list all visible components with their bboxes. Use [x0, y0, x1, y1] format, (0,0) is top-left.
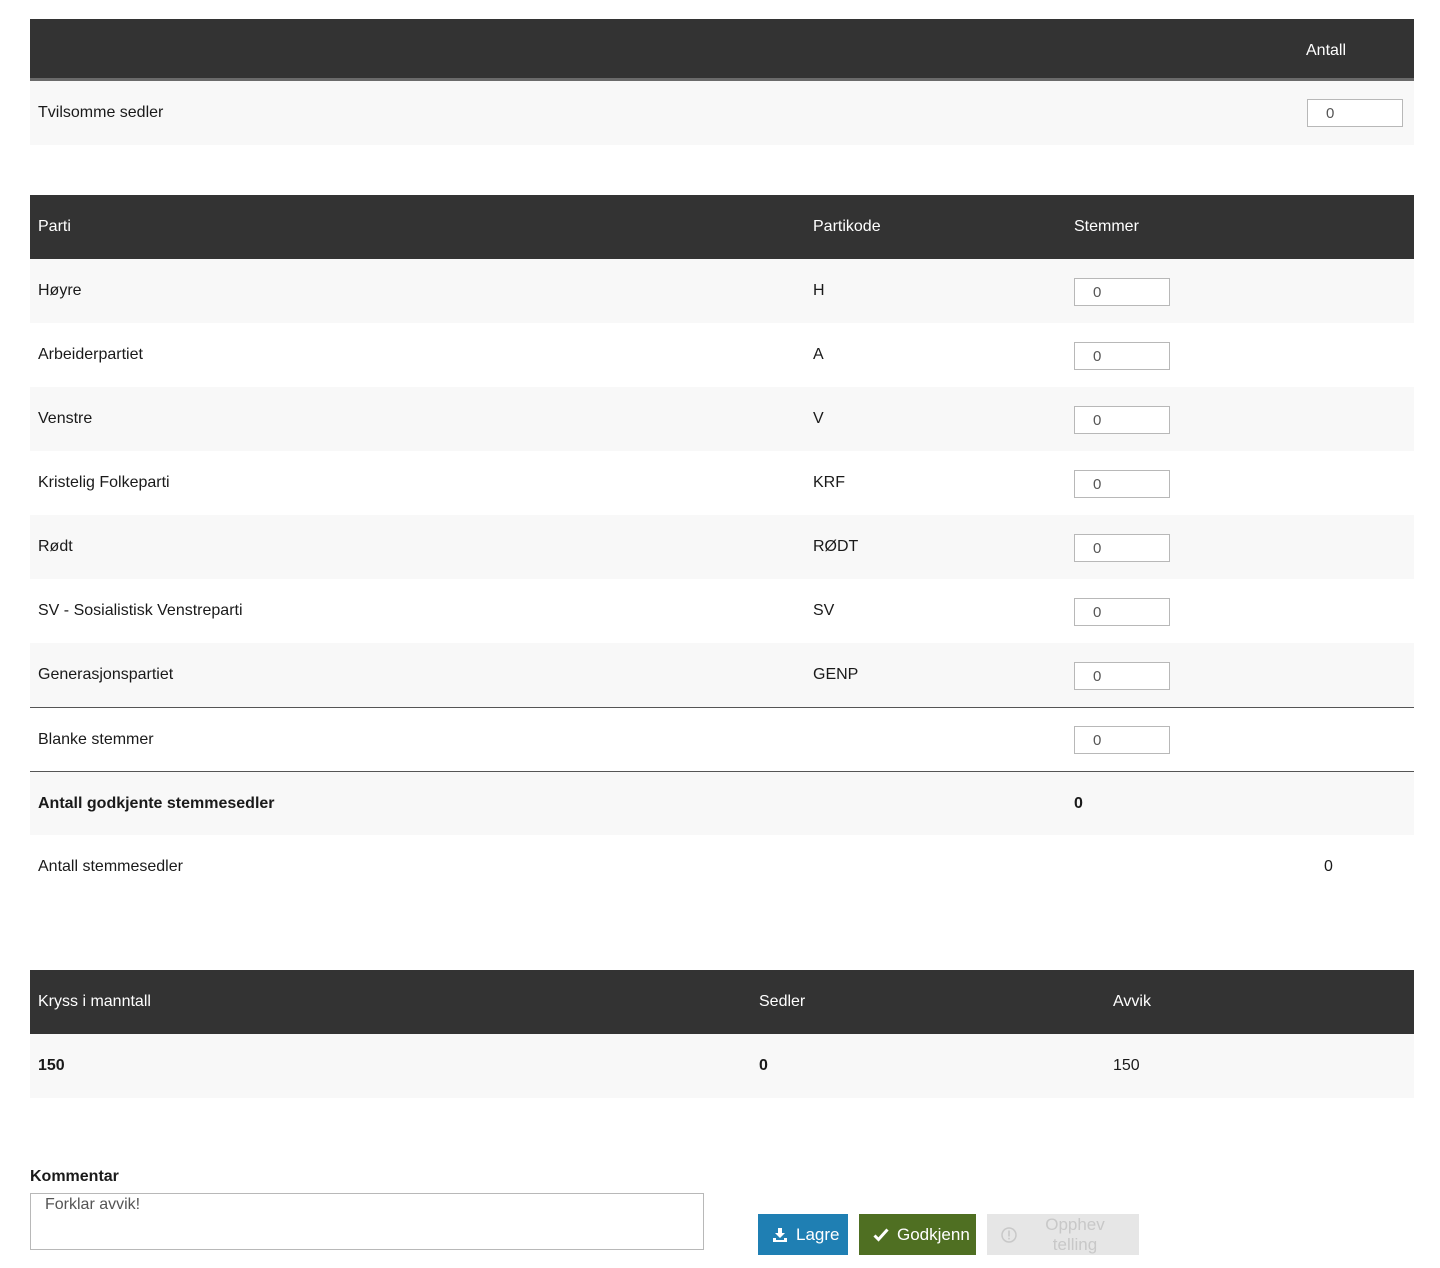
opphev-telling-button[interactable]: Opphev telling: [987, 1214, 1139, 1255]
avvik-value: 150: [1113, 1057, 1140, 1074]
godkjenn-button[interactable]: Godkjenn: [859, 1214, 976, 1255]
kryss-value: 150: [38, 1057, 65, 1074]
blanke-input[interactable]: [1074, 726, 1170, 754]
votes-input-arbeiderpartiet[interactable]: [1074, 342, 1170, 370]
party-name: Generasjonspartiet: [38, 666, 174, 683]
godkjenn-label: Godkjenn: [897, 1224, 970, 1244]
party-code: GENP: [813, 666, 859, 683]
votes-input-rodt[interactable]: [1074, 534, 1170, 562]
godkjente-value: 0: [1074, 795, 1083, 812]
party-name: Rødt: [38, 538, 73, 555]
table-row: Venstre V: [30, 387, 1414, 451]
opphev-label: Opphev telling: [1045, 1214, 1105, 1254]
blanke-label: Blanke stemmer: [38, 731, 154, 748]
table-row: SV - Sosialistisk Venstreparti SV: [30, 579, 1414, 643]
table-row: Kristelig Folkeparti KRF: [30, 451, 1414, 515]
tvilsomme-header: Antall: [30, 19, 1414, 81]
header-antall: Antall: [1306, 42, 1347, 59]
party-name: Arbeiderpartiet: [38, 346, 143, 363]
votes-input-sv[interactable]: [1074, 598, 1170, 626]
table-row: Arbeiderpartiet A: [30, 323, 1414, 387]
party-code: KRF: [813, 474, 845, 491]
tvilsomme-table: Antall Tvilsomme sedler: [30, 19, 1414, 145]
table-row: Høyre H: [30, 259, 1414, 323]
header-parti: Parti: [38, 218, 71, 235]
header-stemmer: Stemmer: [1074, 218, 1139, 235]
save-download-icon: [772, 1227, 788, 1243]
sedler-value: 0: [759, 1057, 768, 1074]
header-partikode: Partikode: [813, 218, 881, 235]
tvilsomme-input[interactable]: [1307, 99, 1403, 127]
parti-table: Parti Partikode Stemmer Høyre H Arbeider…: [30, 195, 1414, 899]
stemmesedler-label: Antall stemmesedler: [38, 858, 183, 875]
godkjente-row: Antall godkjente stemmesedler 0: [30, 771, 1414, 835]
party-code: SV: [813, 602, 835, 619]
table-row: Generasjonspartiet GENP: [30, 643, 1414, 707]
tvilsomme-row: Tvilsomme sedler: [30, 81, 1414, 145]
votes-input-venstre[interactable]: [1074, 406, 1170, 434]
header-sedler: Sedler: [759, 993, 806, 1010]
party-code: H: [813, 282, 825, 299]
avvik-table: Kryss i manntall Sedler Avvik 150 0 150: [30, 970, 1414, 1098]
exclamation-circle-icon: [1001, 1226, 1017, 1243]
party-code: RØDT: [813, 538, 859, 555]
kommentar-textarea[interactable]: [30, 1193, 704, 1250]
checkmark-icon: [873, 1227, 889, 1243]
party-name: Venstre: [38, 410, 93, 427]
lagre-label: Lagre: [796, 1224, 840, 1244]
tvilsomme-label: Tvilsomme sedler: [38, 104, 164, 121]
parti-header: Parti Partikode Stemmer: [30, 195, 1414, 259]
party-name: Høyre: [38, 282, 82, 299]
stemmesedler-row: Antall stemmesedler 0: [30, 835, 1414, 899]
header-avvik: Avvik: [1113, 993, 1151, 1010]
votes-input-genp[interactable]: [1074, 662, 1170, 690]
kommentar-label: Kommentar: [30, 1168, 119, 1185]
avvik-row: 150 0 150: [30, 1034, 1414, 1098]
stemmesedler-value: 0: [1324, 858, 1333, 875]
table-row: Rødt RØDT: [30, 515, 1414, 579]
header-kryss: Kryss i manntall: [38, 993, 151, 1010]
votes-input-hoyre[interactable]: [1074, 278, 1170, 306]
blanke-row: Blanke stemmer: [30, 707, 1414, 771]
party-code: A: [813, 346, 824, 363]
godkjente-label: Antall godkjente stemmesedler: [38, 795, 275, 812]
party-name: Kristelig Folkeparti: [38, 474, 170, 491]
party-code: V: [813, 410, 824, 427]
votes-input-krf[interactable]: [1074, 470, 1170, 498]
lagre-button[interactable]: Lagre: [758, 1214, 848, 1255]
party-name: SV - Sosialistisk Venstreparti: [38, 602, 243, 619]
avvik-header: Kryss i manntall Sedler Avvik: [30, 970, 1414, 1034]
